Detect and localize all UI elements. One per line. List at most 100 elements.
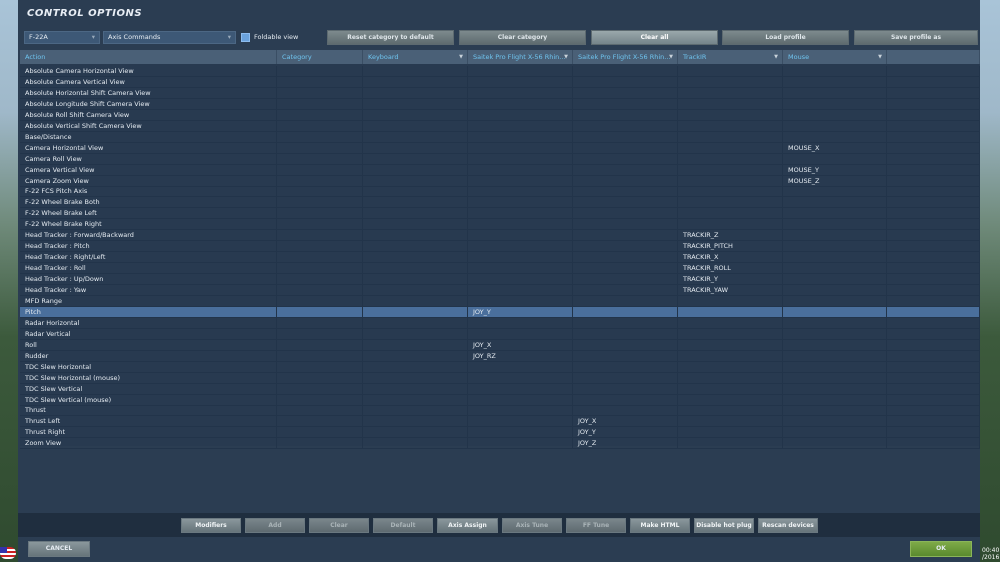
table-row[interactable]: Absolute Vertical Shift Camera View <box>20 120 980 132</box>
table-row[interactable]: Absolute Camera Vertical View <box>20 76 980 88</box>
cell-saitek-joystick[interactable] <box>468 274 573 286</box>
table-row[interactable]: F-22 Wheel Brake Right <box>20 219 980 231</box>
cell-saitek-throttle[interactable] <box>573 295 678 307</box>
cell-category[interactable] <box>277 394 363 406</box>
cell-category[interactable] <box>277 306 363 318</box>
cell-trackir[interactable]: TRACKIR_Z <box>678 230 783 242</box>
cell-trackir[interactable]: TRACKIR_PITCH <box>678 241 783 253</box>
ok-button[interactable]: OK <box>910 541 972 557</box>
cell-saitek-throttle[interactable] <box>573 219 678 231</box>
cell-saitek-joystick[interactable] <box>468 383 573 395</box>
cell-extra[interactable] <box>887 285 980 296</box>
cell-mouse[interactable] <box>783 153 887 165</box>
cell-keyboard[interactable] <box>363 372 468 384</box>
cell-extra[interactable] <box>887 219 980 231</box>
cell-saitek-joystick[interactable] <box>468 208 573 220</box>
cell-trackir[interactable] <box>678 438 783 450</box>
cell-saitek-throttle[interactable] <box>573 98 678 110</box>
cell-saitek-throttle[interactable]: JOY_Y <box>573 427 678 439</box>
cell-trackir[interactable]: TRACKIR_Y <box>678 274 783 286</box>
cell-extra[interactable] <box>887 405 980 417</box>
cell-trackir[interactable] <box>678 142 783 154</box>
cell-keyboard[interactable] <box>363 317 468 329</box>
cell-saitek-throttle[interactable] <box>573 208 678 220</box>
cell-trackir[interactable] <box>678 383 783 395</box>
cell-category[interactable] <box>277 87 363 99</box>
cell-saitek-throttle[interactable] <box>573 405 678 417</box>
cell-keyboard[interactable] <box>363 87 468 99</box>
cell-saitek-throttle[interactable] <box>573 76 678 88</box>
cell-trackir[interactable] <box>678 131 783 143</box>
cell-category[interactable] <box>277 438 363 450</box>
table-row[interactable]: Head Tracker : Right/Left TRACKIR_X <box>20 252 980 264</box>
cell-extra[interactable] <box>887 252 980 264</box>
chevron-down-icon[interactable]: ▼ <box>459 50 463 64</box>
cell-trackir[interactable] <box>678 120 783 132</box>
cell-saitek-joystick[interactable] <box>468 285 573 296</box>
chevron-down-icon[interactable]: ▼ <box>564 50 568 64</box>
column-header-saitek-throttle[interactable]: Saitek Pro Flight X-56 Rhin... ▼ <box>573 50 678 64</box>
cell-trackir[interactable] <box>678 87 783 99</box>
cell-saitek-joystick[interactable] <box>468 263 573 275</box>
cell-saitek-throttle[interactable] <box>573 372 678 384</box>
cell-keyboard[interactable] <box>363 197 468 209</box>
cell-extra[interactable] <box>887 153 980 165</box>
cell-trackir[interactable] <box>678 208 783 220</box>
cell-trackir[interactable] <box>678 339 783 351</box>
cell-mouse[interactable] <box>783 98 887 110</box>
cell-extra[interactable] <box>887 361 980 373</box>
column-header-category[interactable]: Category <box>277 50 363 64</box>
cell-category[interactable] <box>277 175 363 187</box>
table-row[interactable]: MFD Range <box>20 295 980 307</box>
table-row[interactable]: Absolute Roll Shift Camera View <box>20 109 980 121</box>
cell-saitek-joystick[interactable] <box>468 372 573 384</box>
table-row[interactable]: TDC Slew Horizontal <box>20 361 980 373</box>
cell-category[interactable] <box>277 427 363 439</box>
cell-extra[interactable] <box>887 241 980 253</box>
cell-keyboard[interactable] <box>363 285 468 296</box>
table-row[interactable]: Absolute Horizontal Shift Camera View <box>20 87 980 99</box>
cell-saitek-joystick[interactable] <box>468 427 573 439</box>
cell-saitek-joystick[interactable] <box>468 76 573 88</box>
cell-saitek-joystick[interactable] <box>468 131 573 143</box>
cell-keyboard[interactable] <box>363 405 468 417</box>
cell-category[interactable] <box>277 208 363 220</box>
cell-category[interactable] <box>277 109 363 121</box>
cell-keyboard[interactable] <box>363 252 468 264</box>
cell-extra[interactable] <box>887 295 980 307</box>
cell-keyboard[interactable] <box>363 438 468 450</box>
cell-extra[interactable] <box>887 438 980 450</box>
cell-trackir[interactable] <box>678 394 783 406</box>
cell-category[interactable] <box>277 328 363 340</box>
cell-mouse[interactable] <box>783 76 887 88</box>
cell-saitek-joystick[interactable] <box>468 416 573 428</box>
cell-category[interactable] <box>277 252 363 264</box>
cell-saitek-throttle[interactable] <box>573 339 678 351</box>
cell-category[interactable] <box>277 263 363 275</box>
cell-saitek-throttle[interactable] <box>573 252 678 264</box>
cell-category[interactable] <box>277 66 363 77</box>
cell-trackir[interactable] <box>678 66 783 77</box>
cell-keyboard[interactable] <box>363 186 468 198</box>
cell-saitek-joystick[interactable] <box>468 164 573 176</box>
cell-category[interactable] <box>277 339 363 351</box>
modifiers-button[interactable]: Modifiers <box>181 518 241 533</box>
column-header-trackir[interactable]: TrackIR ▼ <box>678 50 783 64</box>
cell-category[interactable] <box>277 131 363 143</box>
cell-saitek-joystick[interactable] <box>468 219 573 231</box>
table-row[interactable]: Base/Distance <box>20 131 980 143</box>
cell-keyboard[interactable] <box>363 131 468 143</box>
cell-category[interactable] <box>277 219 363 231</box>
cell-saitek-joystick[interactable]: JOY_X <box>468 339 573 351</box>
cell-category[interactable] <box>277 350 363 362</box>
cell-keyboard[interactable] <box>363 142 468 154</box>
cell-extra[interactable] <box>887 230 980 242</box>
cell-trackir[interactable] <box>678 164 783 176</box>
cell-saitek-throttle[interactable] <box>573 361 678 373</box>
cell-mouse[interactable] <box>783 438 887 450</box>
cell-mouse[interactable] <box>783 66 887 77</box>
table-row[interactable]: Absolute Camera Horizontal View <box>20 66 980 77</box>
chevron-down-icon[interactable]: ▼ <box>774 50 778 64</box>
cell-saitek-joystick[interactable] <box>468 197 573 209</box>
cell-category[interactable] <box>277 153 363 165</box>
